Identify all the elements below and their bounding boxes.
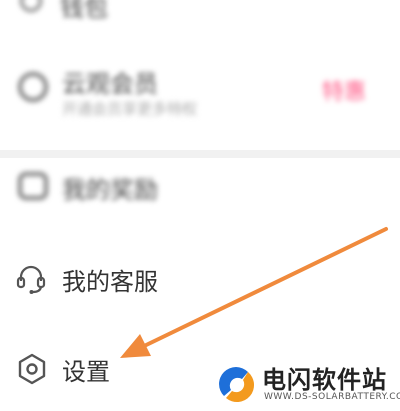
- menu-item-membership[interactable]: 云观会员 开通会员享更多特权 特惠: [0, 58, 400, 118]
- menu-item-label: 我的客服: [62, 268, 158, 296]
- menu-item-label: 钱包: [60, 0, 108, 22]
- menu-item-label: 我的奖励: [62, 176, 158, 204]
- site-logo-icon: [216, 364, 256, 408]
- section-divider: [0, 150, 400, 158]
- rewards-icon: [18, 172, 48, 200]
- menu-item-customer-service[interactable]: 我的客服: [0, 256, 400, 302]
- menu-item-wallet[interactable]: 钱包: [0, 0, 400, 22]
- headset-icon: [14, 262, 48, 300]
- wallet-icon: [20, 0, 42, 12]
- menu-item-rewards[interactable]: 我的奖励: [0, 166, 400, 210]
- membership-icon: [18, 72, 48, 102]
- menu-item-label: 设置: [62, 358, 110, 386]
- watermark-subtitle: WWW.DS-SOLARBATTERY.COM: [264, 392, 400, 402]
- settings-icon: [16, 352, 48, 390]
- menu-item-label: 云观会员: [62, 70, 158, 98]
- watermark: 电闪软件站 WWW.DS-SOLARBATTERY.COM: [206, 356, 400, 411]
- watermark-title: 电闪软件站: [262, 366, 387, 394]
- promo-badge: 特惠: [322, 80, 367, 105]
- menu-item-subtitle: 开通会员享更多特权: [62, 100, 198, 118]
